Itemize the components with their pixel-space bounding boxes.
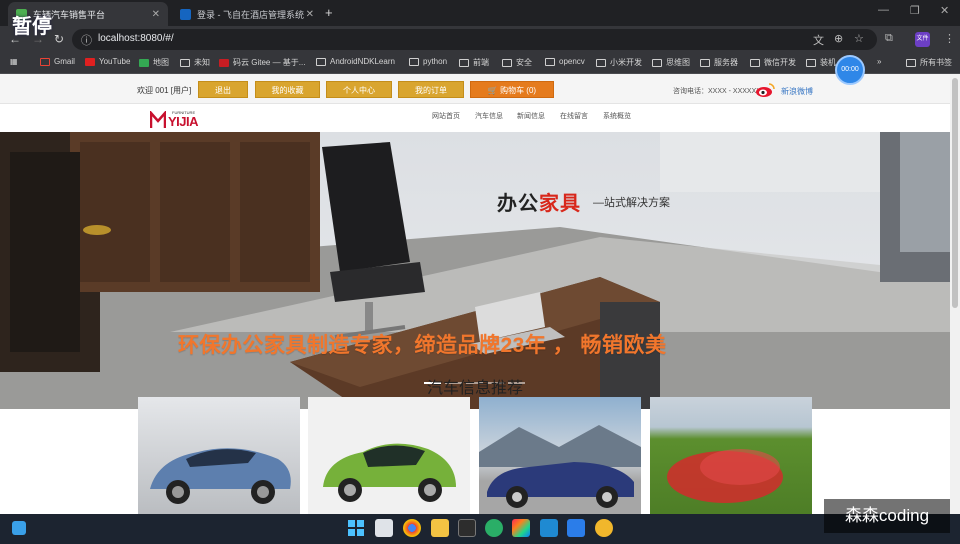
site-favicon-icon [180,8,191,20]
bookmark-gmail[interactable]: Gmail [40,57,75,66]
app-icon[interactable] [595,519,613,537]
bookmark-folder-mindmap[interactable]: 思维图 [652,57,690,68]
new-tab-button[interactable]: + [325,5,333,20]
car-card[interactable] [308,397,470,514]
bookmark-gitee[interactable]: 码云 Gitee — 基于... [219,57,305,68]
car-image-red-car [667,449,783,503]
bookmark-star-icon[interactable]: ☆ [854,32,864,45]
bookmark-youtube[interactable]: YouTube [85,57,130,66]
my-orders-button[interactable]: 我的订单 [398,81,464,98]
hero-subtitle: —站式解决方案 [593,197,670,209]
address-bar[interactable] [72,29,877,50]
taskbar [0,514,960,544]
translate-icon[interactable]: 文 [813,32,824,48]
watermark: 森森coding [824,499,950,533]
recording-timer[interactable]: 00:00 [835,55,865,85]
bookmark-folder-python[interactable]: python [409,57,447,66]
hotline-text: 咨询电话：XXXX - XXXXXX [673,88,761,95]
close-window-icon[interactable]: ✕ [940,4,949,17]
postman-icon[interactable] [567,519,585,537]
section-title: 汽车信息推荐 [426,380,523,397]
close-icon[interactable]: ✕ [306,9,314,20]
car-card[interactable] [138,397,300,514]
bookmark-folder-frontend[interactable]: 前端 [459,57,489,68]
profile-avatar[interactable]: 文件 [915,32,930,47]
car-image-convertible [479,425,641,508]
file-explorer-icon[interactable] [431,519,449,537]
welcome-text: 欢迎 001 [用户] [137,86,192,95]
tab-title: 登录 - 飞自在酒店管理系统 [197,9,304,20]
restore-icon[interactable]: ❐ [910,4,920,17]
url-text[interactable]: localhost:8080/#/ [98,33,174,44]
bookmark-unknown[interactable]: 未知 [180,57,210,68]
jetbrains-icon[interactable] [512,519,530,537]
user-center-button[interactable]: 个人中心 [326,81,392,98]
reload-icon[interactable]: ↻ [54,32,64,46]
bookmark-folder-server[interactable]: 服务器 [700,57,738,68]
terminal-icon[interactable] [458,519,476,537]
apps-icon[interactable]: ▦ [10,57,18,66]
menu-icon[interactable]: ⋮ [944,32,955,45]
site-logo[interactable]: FURNITURE YIJIA [150,110,200,130]
bookmark-folder-xiaomi[interactable]: 小米开发 [596,57,642,68]
nav-overview[interactable]: 系统概览 [603,111,631,121]
bookmarks-more-icon[interactable]: » [877,57,881,66]
minimize-icon[interactable]: — [878,4,889,16]
web-page: 欢迎 001 [用户] 退出 我的收藏 个人中心 我的订单 🛒 购物车 (0) … [0,74,950,514]
pause-indicator: 暂停 [12,16,52,38]
logo-text: YIJIA [168,114,199,129]
hero-title: 办公家具 [497,193,581,215]
bookmark-folder-wechat[interactable]: 微信开发 [750,57,796,68]
logout-button[interactable]: 退出 [198,81,248,98]
nav-car-info[interactable]: 汽车信息 [475,111,503,121]
vscode-icon[interactable] [540,519,558,537]
car-image-green-hatchback [323,443,456,502]
nav-news[interactable]: 新闻信息 [517,111,545,121]
widgets-icon[interactable] [12,521,26,535]
bookmark-folder-opencv[interactable]: opencv [545,57,585,66]
scrollbar-thumb[interactable] [952,78,958,308]
weibo-icon[interactable] [755,82,775,98]
bookmark-maps[interactable]: 地图 [139,57,169,68]
bookmark-folder-all[interactable]: 所有书签 [906,57,952,68]
nav-messages[interactable]: 在线留言 [560,111,588,121]
extensions-icon[interactable]: ⧉ [885,32,893,45]
weibo-link[interactable]: 新浪微博 [781,86,813,97]
bookmark-folder-security[interactable]: 安全 [502,57,532,68]
start-icon[interactable] [347,519,365,537]
hero-office-image [0,132,950,409]
bookmark-folder-install[interactable]: 装机 [806,57,836,68]
hero-slogan: 环保办公家具制造专家，缔造品牌23年 ， 畅销欧美 [178,334,667,357]
task-view-icon[interactable] [375,519,393,537]
bookmark-folder-androidndk[interactable]: AndroidNDKLearn [316,57,395,66]
car-card[interactable] [650,397,812,514]
logo-mark-icon [150,111,166,128]
car-card[interactable] [479,397,641,514]
wechat-icon[interactable] [485,519,503,537]
nav-home[interactable]: 网站首页 [432,111,460,121]
hero-banner[interactable]: 办公家具 —站式解决方案 环保办公家具制造专家，缔造品牌23年 ， 畅销欧美 [0,132,950,409]
cart-button[interactable]: 🛒 购物车 (0) [470,81,554,98]
browser-tab[interactable]: 登录 - 飞自在酒店管理系统 ✕ [172,2,322,26]
car-image-blue-concept [150,448,291,504]
zoom-icon[interactable]: ⊕ [834,32,843,45]
favorites-button[interactable]: 我的收藏 [255,81,320,98]
site-info-icon[interactable]: ⓘ [81,32,92,48]
chrome-icon[interactable] [403,519,421,537]
close-icon[interactable]: ✕ [152,9,160,20]
